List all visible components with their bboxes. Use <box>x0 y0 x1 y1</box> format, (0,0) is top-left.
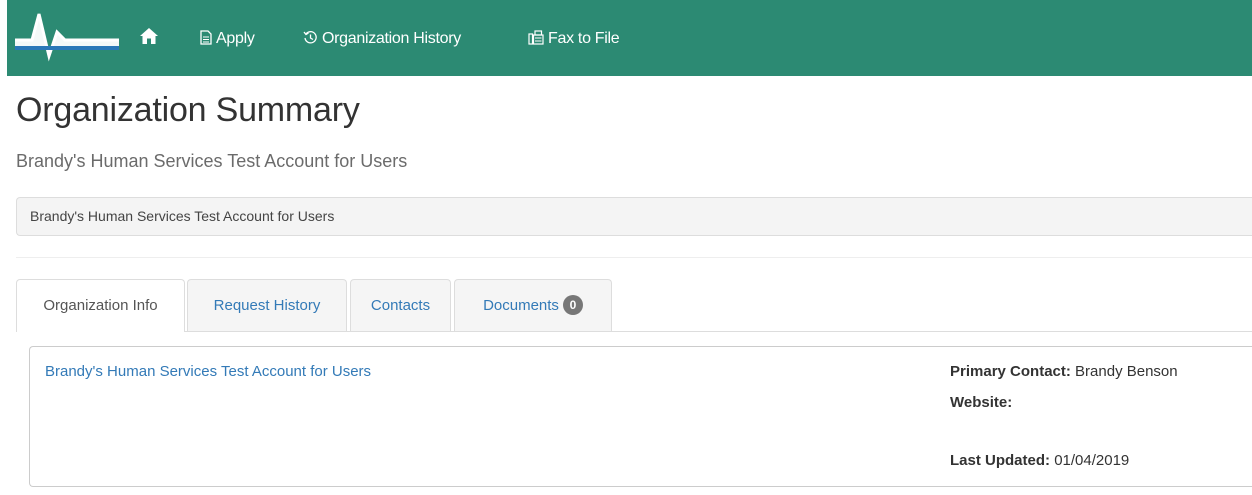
tab-contacts[interactable]: Contacts <box>350 279 451 331</box>
organization-info-panel: Brandy's Human Services Test Account for… <box>29 346 1252 487</box>
nav-organization-history-label: Organization History <box>322 30 461 47</box>
history-icon <box>303 31 317 44</box>
website-label: Website: <box>950 394 1013 411</box>
home-icon[interactable] <box>139 27 159 50</box>
website-row: Website: <box>950 394 1012 411</box>
page-title: Organization Summary <box>16 91 360 129</box>
tab-label: Contacts <box>370 297 431 314</box>
tab-label: Documents <box>483 297 559 314</box>
nav-organization-history[interactable]: Organization History <box>303 24 461 54</box>
brand-logo[interactable] <box>15 6 119 70</box>
divider <box>16 257 1252 258</box>
tabs-baseline <box>16 331 1252 332</box>
document-icon <box>200 30 212 45</box>
primary-contact-label: Primary Contact: <box>950 363 1071 380</box>
tab-documents[interactable]: Documents 0 <box>454 279 612 331</box>
fax-icon <box>528 30 544 45</box>
nav-apply[interactable]: Apply <box>200 24 255 54</box>
tab-label: Request History <box>213 297 321 314</box>
breadcrumb: Brandy's Human Services Test Account for… <box>16 197 1252 236</box>
page-subtitle: Brandy's Human Services Test Account for… <box>16 151 408 171</box>
last-updated-label: Last Updated: <box>950 452 1051 469</box>
documents-count-badge: 0 <box>562 295 583 315</box>
primary-contact-value: Brandy Benson <box>1075 363 1178 380</box>
nav-fax-to-file-label: Fax to File <box>548 30 620 47</box>
nav-fax-to-file[interactable]: Fax to File <box>528 24 620 54</box>
primary-contact-row: Primary Contact: Brandy Benson <box>950 363 1178 380</box>
tab-label: Organization Info <box>43 297 158 314</box>
last-updated-value: 01/04/2019 <box>1054 452 1130 469</box>
last-updated-row: Last Updated: 01/04/2019 <box>950 452 1129 469</box>
tab-request-history[interactable]: Request History <box>187 279 347 331</box>
nav-apply-label: Apply <box>216 30 255 47</box>
organization-name-link[interactable]: Brandy's Human Services Test Account for… <box>45 363 371 380</box>
breadcrumb-item: Brandy's Human Services Test Account for… <box>30 208 335 224</box>
top-navbar: Apply Organization History Fax to File <box>7 0 1252 76</box>
tab-organization-info[interactable]: Organization Info <box>16 279 185 332</box>
